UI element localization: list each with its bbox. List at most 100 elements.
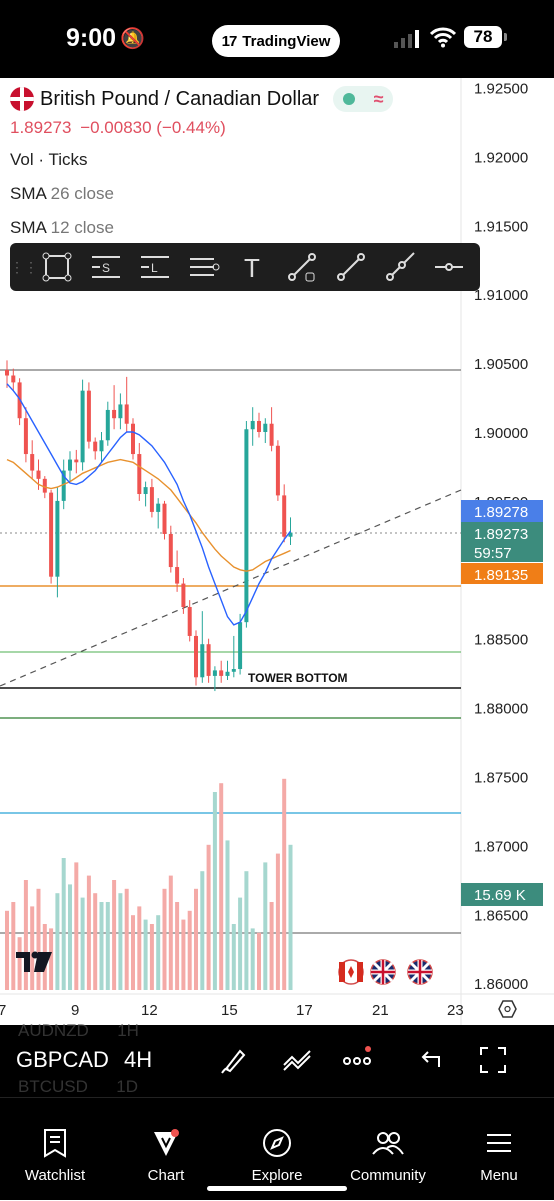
settings-hex-icon	[498, 1000, 517, 1018]
candle-body	[149, 487, 154, 512]
market-status-pill[interactable]: ≈	[333, 86, 394, 112]
volume-bar	[238, 897, 243, 990]
undo-icon[interactable]	[415, 1045, 445, 1075]
fullscreen-icon[interactable]	[478, 1045, 508, 1075]
horizontal-lines-icon[interactable]	[179, 243, 228, 291]
current-timeframe[interactable]: 4H	[124, 1047, 152, 1073]
drag-handle-icon[interactable]: ⋮⋮	[10, 259, 38, 276]
legend-params: Ticks	[48, 150, 88, 169]
hamburger-icon	[487, 1134, 511, 1152]
tab-watchlist[interactable]: Watchlist	[0, 1098, 110, 1201]
watchlist-ghost-below[interactable]: BTCUSD 1D	[18, 1077, 138, 1097]
compass-icon	[263, 1129, 291, 1157]
candle-body	[93, 441, 98, 452]
time-tick-label: 15	[221, 1002, 238, 1019]
volume-bar	[118, 893, 123, 990]
time-tick-label: 12	[141, 1002, 158, 1019]
volume-bar	[219, 783, 224, 990]
tab-community[interactable]: Community	[333, 1098, 443, 1201]
rectangle-icon[interactable]	[32, 243, 81, 291]
indicators-icon[interactable]	[282, 1045, 312, 1075]
sma26-price-badge: 1.89135	[461, 563, 543, 584]
time-tick-label: 21	[372, 1002, 389, 1019]
legend-name: Vol	[10, 150, 34, 169]
trendline-anchor-icon[interactable]	[277, 243, 326, 291]
long-position-icon[interactable]: L	[130, 243, 179, 291]
current-symbol[interactable]: GBPCAD	[16, 1047, 109, 1073]
candle-body	[181, 583, 186, 608]
candle-body	[23, 418, 28, 455]
badge-text: 15.69 K	[474, 887, 526, 904]
trendline-icon[interactable]	[326, 243, 375, 291]
tab-label: Community	[350, 1167, 426, 1184]
volume-bar	[143, 919, 148, 990]
volume-bar	[23, 880, 28, 990]
price-tick-label: 1.90500	[474, 356, 528, 373]
candle-body	[131, 423, 135, 455]
battery-indicator: 78	[464, 26, 507, 48]
parallel-channel-icon[interactable]: S	[81, 243, 130, 291]
legend-sma26[interactable]: SMA 26 close	[10, 184, 393, 204]
volume-bar	[212, 792, 217, 990]
text-icon[interactable]: T	[228, 243, 277, 291]
ghost-symbol: BTCUSD	[18, 1077, 88, 1096]
candle-body	[80, 390, 85, 463]
candle-body	[194, 635, 198, 678]
price-tick-label: 1.92000	[474, 149, 528, 166]
price-tick-label: 1.88000	[474, 701, 528, 718]
trendline-dashed	[0, 489, 462, 687]
candle-body	[168, 533, 173, 568]
volume-bar	[131, 915, 135, 990]
tab-menu[interactable]: Menu	[444, 1098, 554, 1201]
watchlist-ghost-above[interactable]: AUDNZD 1H	[18, 1021, 139, 1041]
ghost-tf: 1H	[117, 1021, 139, 1040]
volume-badge: 15.69 K	[461, 883, 543, 906]
ray-icon[interactable]	[375, 243, 424, 291]
drawing-toolbar: ⋮⋮ S L T	[10, 243, 480, 291]
volume-bar	[17, 937, 22, 990]
flag-part	[357, 962, 363, 982]
volume-bar	[250, 928, 255, 990]
volume-bar	[93, 893, 98, 990]
wave-icon: ≈	[373, 88, 384, 109]
app-pill[interactable]: 17 TradingView	[212, 25, 340, 57]
candle-body	[68, 459, 72, 471]
more-icon[interactable]	[342, 1045, 372, 1075]
volume-bar	[156, 915, 161, 990]
price-tick-label: 1.86000	[474, 976, 528, 993]
app-pill-label: TradingView	[242, 32, 331, 50]
volume-bar	[149, 924, 154, 990]
candle-body	[263, 423, 268, 432]
legend-volume[interactable]: Vol · Ticks	[10, 150, 393, 170]
tab-label: Chart	[147, 1167, 185, 1184]
volume-bar	[162, 888, 167, 990]
candle-body	[5, 369, 9, 376]
legend-sma12[interactable]: SMA 12 close	[10, 218, 393, 238]
candle-body	[55, 500, 60, 577]
legend-params: 12 close	[50, 218, 114, 237]
volume-bar	[61, 858, 66, 990]
symbol-title[interactable]: British Pound / Canadian Dollar	[40, 88, 319, 111]
volume-bar	[288, 844, 293, 990]
tab-chart[interactable]: Chart	[111, 1098, 221, 1201]
brush-icon[interactable]	[220, 1045, 250, 1075]
price-tick-label: 1.88500	[474, 632, 528, 649]
sma12-price-badge: 1.89278	[461, 500, 543, 522]
volume-bar	[263, 862, 268, 990]
last-price-badge: 1.89273 59:57	[461, 522, 543, 562]
volume-bar	[168, 875, 173, 990]
candle-body	[156, 503, 161, 512]
candle-body	[225, 671, 230, 676]
tab-label: Explore	[251, 1167, 303, 1184]
tab-label: Menu	[480, 1167, 518, 1184]
candle-body	[269, 423, 274, 446]
horizontal-ray-icon[interactable]	[424, 243, 473, 291]
legend-name: SMA	[10, 218, 46, 237]
volume-bar	[49, 928, 54, 990]
gbp-cad-flag-icon	[10, 87, 34, 111]
volume-bar	[124, 888, 129, 990]
candle-body	[36, 470, 41, 479]
chart-tab-icon	[154, 1129, 179, 1156]
volume-bar	[30, 906, 35, 990]
signal-icon	[394, 30, 419, 48]
